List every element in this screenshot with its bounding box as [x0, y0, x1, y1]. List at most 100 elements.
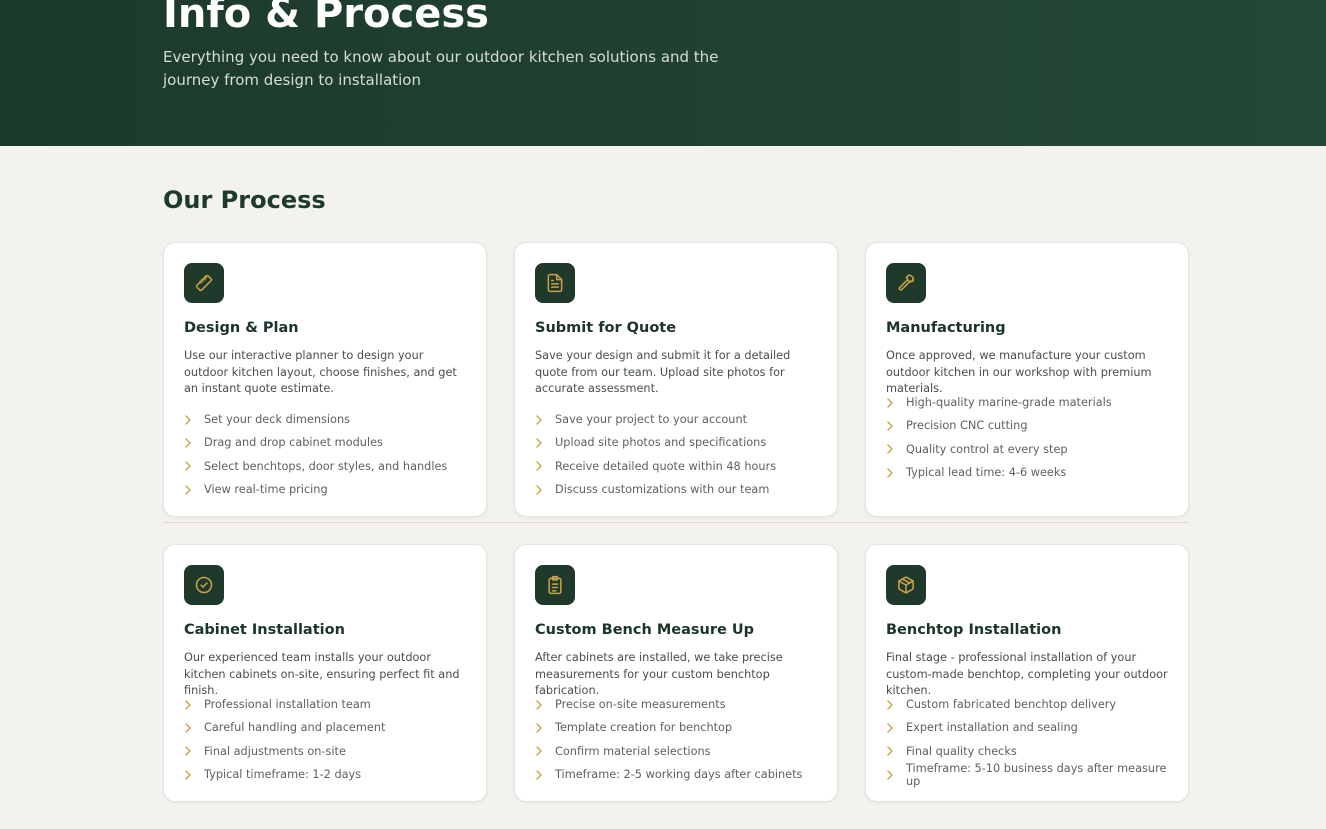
- chevron-right-icon: [184, 484, 204, 495]
- process-card-manufacturing: Manufacturing Once approved, we manufact…: [865, 242, 1189, 517]
- chevron-right-icon: [535, 769, 555, 780]
- list-item: Final adjustments on-site: [184, 740, 474, 763]
- list-item-label: Save your project to your account: [555, 413, 748, 427]
- card-title: Submit for Quote: [535, 320, 677, 336]
- list-item-label: Precise on-site measurements: [555, 698, 726, 712]
- process-card-submit-quote: Submit for Quote Save your design and su…: [514, 242, 838, 517]
- hero-banner: Info & Process Everything you need to kn…: [0, 0, 1326, 146]
- list-item-label: Template creation for benchtop: [555, 721, 733, 735]
- page-title: Info & Process: [163, 0, 489, 37]
- list-item-label: Expert installation and sealing: [906, 721, 1078, 735]
- list-item-label: High-quality marine-grade materials: [906, 396, 1112, 410]
- list-item-label: Quality control at every step: [906, 442, 1068, 456]
- ruler-icon: [184, 263, 224, 303]
- process-section-title: Our Process: [163, 186, 326, 214]
- chevron-right-icon: [535, 438, 555, 448]
- list-item: Confirm material selections: [535, 740, 825, 763]
- list-item: Save your project to your account: [535, 408, 825, 431]
- chevron-right-icon: [535, 746, 555, 756]
- list-item: View real-time pricing: [184, 478, 474, 501]
- list-item: High-quality marine-grade materials: [886, 391, 1176, 414]
- list-item-label: View real-time pricing: [204, 483, 328, 497]
- card-title: Design & Plan: [184, 320, 299, 336]
- chevron-right-icon: [184, 769, 204, 780]
- list-item: Set your deck dimensions: [184, 408, 474, 431]
- chevron-right-icon: [535, 699, 555, 710]
- list-item: Select benchtops, door styles, and handl…: [184, 455, 474, 478]
- card-title: Cabinet Installation: [184, 622, 345, 638]
- list-item-label: Set your deck dimensions: [204, 413, 351, 427]
- list-item: Expert installation and sealing: [886, 716, 1176, 739]
- card-feature-list: Professional installation team Careful h…: [184, 693, 474, 786]
- process-card-bench-measure-up: Custom Bench Measure Up After cabinets a…: [514, 544, 838, 802]
- list-item: Template creation for benchtop: [535, 716, 825, 739]
- list-item-label: Discuss customizations with our team: [555, 483, 770, 497]
- list-item-label: Precision CNC cutting: [906, 419, 1028, 433]
- card-description: Save your design and submit it for a det…: [535, 349, 791, 395]
- list-item-label: Receive detailed quote within 48 hours: [555, 459, 777, 473]
- list-item: Precision CNC cutting: [886, 414, 1176, 437]
- chevron-right-icon: [886, 769, 906, 780]
- card-title: Custom Bench Measure Up: [535, 622, 755, 638]
- card-feature-list: Save your project to your account Upload…: [535, 408, 825, 501]
- card-title: Manufacturing: [886, 320, 1006, 336]
- chevron-right-icon: [184, 723, 204, 733]
- chevron-right-icon: [886, 746, 906, 756]
- process-card-cabinet-installation: Cabinet Installation Our experienced tea…: [163, 544, 487, 802]
- process-card-benchtop-installation: Benchtop Installation Final stage - prof…: [865, 544, 1189, 802]
- list-item-label: Typical lead time: 4-6 weeks: [906, 466, 1067, 480]
- list-item: Timeframe: 2-5 working days after cabine…: [535, 763, 825, 786]
- list-item: Discuss customizations with our team: [535, 478, 825, 501]
- chevron-right-icon: [886, 444, 906, 454]
- list-item-label: Careful handling and placement: [204, 721, 386, 735]
- list-item-label: Confirm material selections: [555, 744, 711, 758]
- package-icon: [886, 565, 926, 605]
- card-feature-list: Custom fabricated benchtop delivery Expe…: [886, 693, 1176, 788]
- list-item-label: Final adjustments on-site: [204, 744, 346, 758]
- process-card-design-plan: Design & Plan Use our interactive planne…: [163, 242, 487, 517]
- list-item-label: Typical timeframe: 1-2 days: [204, 768, 362, 782]
- list-item: Precise on-site measurements: [535, 693, 825, 716]
- chevron-right-icon: [886, 421, 906, 431]
- chevron-right-icon: [886, 723, 906, 733]
- chevron-right-icon: [535, 484, 555, 495]
- list-item-label: Timeframe: 5-10 business days after meas…: [906, 761, 1167, 788]
- chevron-right-icon: [184, 699, 204, 710]
- list-item: Careful handling and placement: [184, 716, 474, 739]
- hammer-icon: [886, 263, 926, 303]
- list-item-label: Select benchtops, door styles, and handl…: [204, 459, 448, 473]
- list-item-label: Drag and drop cabinet modules: [204, 436, 383, 450]
- chevron-right-icon: [184, 461, 204, 471]
- list-item-label: Timeframe: 2-5 working days after cabine…: [555, 768, 803, 782]
- row-divider: [163, 522, 1189, 523]
- clipboard-icon: [535, 565, 575, 605]
- list-item: Upload site photos and specifications: [535, 431, 825, 454]
- page-subtitle: Everything you need to know about our ou…: [163, 48, 719, 89]
- chevron-right-icon: [886, 397, 906, 408]
- chevron-right-icon: [535, 461, 555, 471]
- card-title: Benchtop Installation: [886, 622, 1062, 638]
- list-item: Quality control at every step: [886, 438, 1176, 461]
- card-description: Use our interactive planner to design yo…: [184, 349, 457, 395]
- card-feature-list: Precise on-site measurements Template cr…: [535, 693, 825, 786]
- list-item: Professional installation team: [184, 693, 474, 716]
- chevron-right-icon: [184, 746, 204, 756]
- list-item: Custom fabricated benchtop delivery: [886, 693, 1176, 716]
- list-item: Timeframe: 5-10 business days after meas…: [886, 761, 1176, 788]
- chevron-right-icon: [184, 414, 204, 425]
- list-item: Receive detailed quote within 48 hours: [535, 455, 825, 478]
- chevron-right-icon: [535, 723, 555, 733]
- chevron-right-icon: [535, 414, 555, 425]
- list-item-label: Custom fabricated benchtop delivery: [906, 698, 1117, 712]
- check-circle-icon: [184, 565, 224, 605]
- list-item: Drag and drop cabinet modules: [184, 431, 474, 454]
- list-item-label: Professional installation team: [204, 698, 371, 712]
- list-item: Final quality checks: [886, 740, 1176, 763]
- list-item-label: Final quality checks: [906, 744, 1017, 758]
- card-feature-list: High-quality marine-grade materials Prec…: [886, 391, 1176, 484]
- chevron-right-icon: [184, 438, 204, 448]
- list-item-label: Upload site photos and specifications: [555, 436, 767, 450]
- list-item: Typical lead time: 4-6 weeks: [886, 461, 1176, 484]
- document-icon: [535, 263, 575, 303]
- list-item: Typical timeframe: 1-2 days: [184, 763, 474, 786]
